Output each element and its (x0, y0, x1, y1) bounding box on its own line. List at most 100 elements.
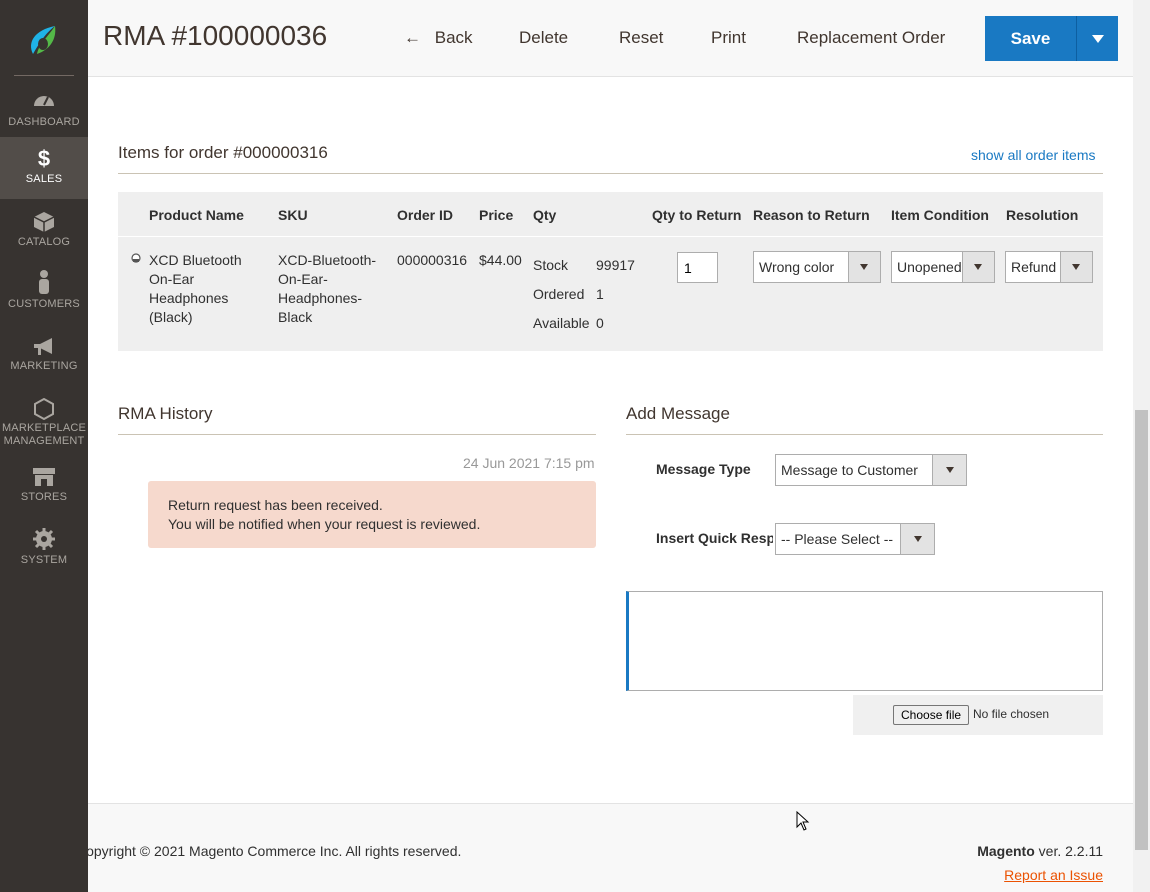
delete-button[interactable]: Delete (519, 28, 568, 48)
order-id-cell: 000000316 (397, 252, 468, 268)
dashboard-icon (34, 96, 54, 106)
sidebar-item-stores[interactable]: STORES (0, 467, 88, 529)
mouse-cursor-icon (796, 811, 810, 831)
message-type-select[interactable]: Message to Customer (775, 454, 967, 486)
stock-value: 99917 (596, 257, 635, 273)
sidebar-item-system[interactable]: SYSTEM (0, 528, 88, 590)
sidebar-item-label: CUSTOMERS (8, 298, 80, 310)
back-label: Back (434, 28, 473, 47)
hexagon-icon (34, 398, 54, 420)
rma-history-title: RMA History (118, 404, 213, 423)
column-header: Qty to Return (652, 207, 742, 223)
file-status-text: No file chosen (973, 707, 1050, 721)
sidebar-item-marketplace[interactable]: MARKETPLACE MANAGEMENT (0, 398, 88, 452)
chevron-down-icon (860, 264, 868, 270)
chevron-down-icon (946, 467, 954, 473)
reason-select[interactable]: Wrong color (753, 251, 881, 283)
sidebar-item-label: MARKETPLACE (1, 422, 87, 434)
chevron-down-icon (974, 264, 982, 270)
back-button[interactable]: ← Back (404, 28, 473, 48)
reset-button[interactable]: Reset (619, 28, 663, 48)
stock-label: Stock (533, 257, 569, 273)
column-header: Item Condition (891, 207, 989, 223)
chevron-down-icon (1092, 35, 1104, 43)
message-textarea[interactable] (626, 591, 1103, 691)
product-name-cell: XCD Bluetooth On-Ear Headphones (Black) (149, 252, 242, 325)
message-type-label: Message Type (656, 461, 751, 477)
column-header: Price (479, 207, 514, 223)
page-footer: Copyright © 2021 Magento Commerce Inc. A… (88, 803, 1133, 892)
history-entry-date: 24 Jun 2021 7:15 pm (463, 455, 595, 471)
quick-response-label: Insert Quick Response (656, 530, 773, 546)
page-title: RMA #100000036 (103, 20, 328, 51)
item-radio-icon[interactable] (131, 252, 141, 264)
reason-value: Wrong color (759, 259, 835, 275)
sidebar-item-customers[interactable]: CUSTOMERS (0, 270, 88, 332)
resolution-value: Refund (1011, 259, 1057, 275)
megaphone-icon (34, 338, 52, 355)
sidebar-item-label: DASHBOARD (8, 116, 80, 128)
ordered-label: Ordered (533, 286, 585, 302)
column-header: Order ID (397, 207, 454, 223)
items-section-title: Items for order #000000316 (118, 143, 328, 162)
column-header: Qty (533, 207, 557, 223)
store-icon (33, 468, 55, 486)
column-header: Resolution (1006, 207, 1079, 223)
person-icon (39, 270, 49, 294)
section-divider (626, 434, 1103, 435)
price-cell: $44.00 (479, 252, 522, 268)
sidebar-item-label: MANAGEMENT (3, 435, 85, 447)
section-divider (118, 434, 596, 435)
available-value: 0 (596, 315, 604, 331)
dollar-icon: $ (37, 146, 51, 171)
chevron-down-icon (1072, 264, 1080, 270)
sidebar-item-marketing[interactable]: MARKETING (0, 338, 88, 400)
quick-response-value: -- Please Select -- (781, 531, 894, 547)
page-scrollbar[interactable] (1133, 0, 1150, 892)
choose-file-button[interactable]: Choose file (893, 705, 970, 725)
save-button[interactable]: Save (985, 16, 1076, 61)
sidebar-item-label: SALES (25, 173, 63, 185)
column-header: SKU (278, 207, 308, 223)
file-upload-area: Choose file No file chosen (853, 695, 1103, 735)
column-header: Product Name (149, 207, 244, 223)
available-label: Available (533, 315, 590, 331)
qty-to-return-input[interactable] (677, 252, 718, 283)
history-entry-message: Return request has been received. You wi… (148, 481, 596, 548)
box-icon (33, 212, 55, 232)
version-info: Magento ver. 2.2.11 (977, 843, 1103, 859)
chevron-down-icon (914, 536, 922, 542)
sku-cell: XCD-Bluetooth- On-Ear- Headphones- Black (278, 252, 377, 325)
sidebar-item-label: STORES (20, 491, 68, 503)
report-issue-link[interactable]: Report an Issue (1004, 867, 1103, 883)
sidebar-item-label: SYSTEM (20, 554, 68, 566)
quick-response-select[interactable]: -- Please Select -- (775, 523, 935, 555)
page-actions-header: RMA #100000036 ← Back Delete Reset Print… (88, 0, 1133, 77)
table-divider (118, 236, 1103, 237)
save-options-toggle[interactable] (1076, 16, 1118, 61)
arrow-left-icon: ← (404, 28, 421, 47)
ordered-value: 1 (596, 286, 604, 302)
gear-icon (33, 528, 55, 550)
column-header: Reason to Return (753, 207, 870, 223)
show-all-order-items-link[interactable]: show all order items (971, 147, 1096, 163)
admin-sidebar: DASHBOARD $ SALES CATALOG CUSTOMERS MARK… (0, 0, 88, 892)
magento-logo[interactable] (0, 0, 88, 76)
rma-items-table: Product Name SKU Order ID Price Qty Qty … (118, 192, 1103, 351)
replacement-order-button[interactable]: Replacement Order (797, 28, 945, 48)
scrollbar-thumb[interactable] (1135, 410, 1148, 850)
add-message-title: Add Message (626, 404, 730, 423)
condition-select[interactable]: Unopened (891, 251, 995, 283)
logo-divider (14, 75, 74, 76)
print-button[interactable]: Print (711, 28, 746, 48)
condition-value: Unopened (897, 259, 962, 275)
sidebar-item-catalog[interactable]: CATALOG (0, 212, 88, 274)
magento-logo-icon (31, 26, 56, 54)
sidebar-item-label: CATALOG (17, 236, 71, 248)
message-type-value: Message to Customer (781, 462, 918, 478)
section-divider (118, 173, 1103, 174)
resolution-select[interactable]: Refund (1005, 251, 1093, 283)
sidebar-item-sales[interactable]: $ SALES (0, 137, 88, 199)
copyright-text: Copyright © 2021 Magento Commerce Inc. A… (88, 843, 462, 859)
sidebar-item-label: MARKETING (10, 360, 78, 372)
